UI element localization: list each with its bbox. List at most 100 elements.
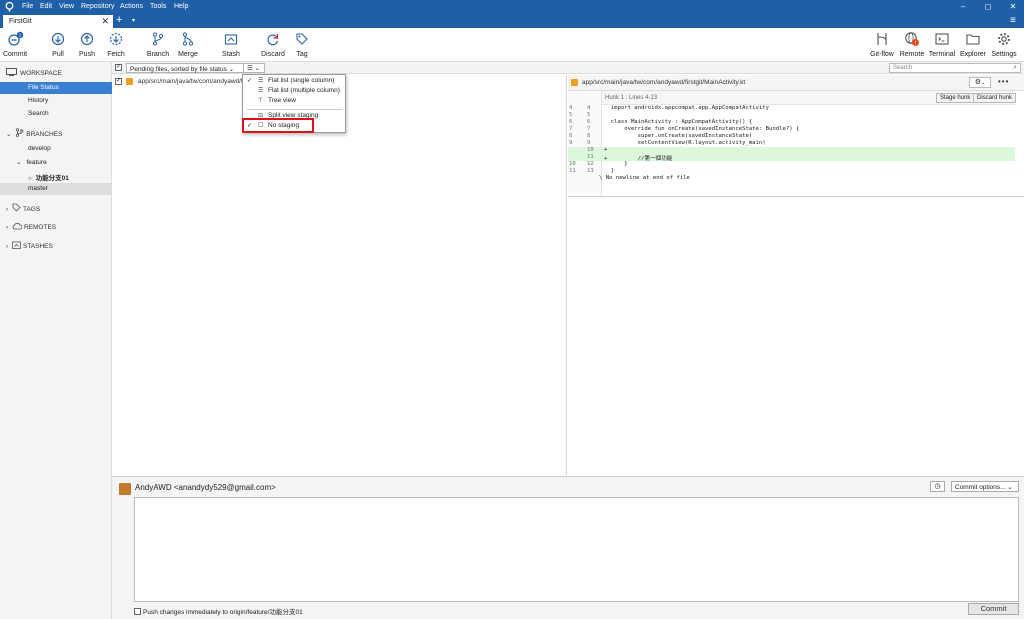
- tab-firstgit[interactable]: FirstGit ✕: [3, 15, 113, 28]
- new-line-number: 7: [587, 126, 591, 132]
- tab-dropdown-icon[interactable]: ▾: [132, 17, 135, 24]
- push-button[interactable]: Push: [76, 31, 98, 58]
- annotation-highlight-box: [242, 118, 314, 133]
- tags-header[interactable]: › TAGS: [6, 203, 40, 213]
- commit-message-input[interactable]: [134, 497, 1019, 602]
- menu-actions[interactable]: Actions: [120, 3, 143, 10]
- gitflow-button[interactable]: Git-flow: [868, 31, 896, 58]
- menu-view[interactable]: View: [59, 3, 74, 10]
- stashes-label: STASHES: [22, 243, 53, 250]
- menu-item-flat-single[interactable]: ✓ ☰ Flat list (single column): [243, 77, 345, 86]
- commit-options-dropdown[interactable]: Commit options... ⌄: [951, 481, 1019, 492]
- hamburger-menu-icon[interactable]: ≡: [1010, 15, 1016, 26]
- stage-hunk-button[interactable]: Stage hunk: [936, 93, 975, 103]
- branch-master[interactable]: master: [0, 183, 112, 195]
- gitflow-icon: [877, 33, 887, 45]
- flat-list-icon: ☰: [258, 88, 264, 94]
- sourcetree-window: File Edit View Repository Actions Tools …: [0, 0, 1024, 619]
- remotes-header[interactable]: › REMOTES: [6, 222, 56, 231]
- chevron-down-icon: ⌄: [981, 80, 986, 86]
- fetch-button[interactable]: Fetch: [104, 31, 128, 58]
- push-immediately-checkbox[interactable]: [134, 608, 141, 615]
- more-options-icon[interactable]: •••: [998, 77, 1009, 86]
- branch-develop[interactable]: develop: [0, 143, 112, 155]
- remote-icon: !: [905, 32, 919, 46]
- branch-button[interactable]: Branch: [146, 31, 170, 58]
- chevron-right-icon: ›: [6, 206, 9, 213]
- branch-folder-feature[interactable]: ⌄ feature: [0, 156, 112, 168]
- menu-file[interactable]: File: [22, 3, 33, 10]
- merge-label: Merge: [178, 51, 198, 58]
- old-line-number: 7: [569, 126, 573, 132]
- discard-hunk-button[interactable]: Discard hunk: [973, 93, 1017, 103]
- stash-button[interactable]: Stash: [219, 31, 243, 58]
- pull-icon: [51, 32, 65, 46]
- feature-branch-label: 功能分支01: [35, 175, 69, 182]
- tab-label: FirstGit: [9, 18, 32, 25]
- menu-help[interactable]: Help: [174, 3, 188, 10]
- minimize-button[interactable]: –: [956, 2, 970, 12]
- menu-edit[interactable]: Edit: [40, 3, 52, 10]
- sort-dropdown[interactable]: Pending files, sorted by file status ⌄: [126, 63, 253, 73]
- remote-badge: !: [915, 40, 916, 46]
- menu-item-flat-multiple[interactable]: ☰ Flat list (multiple column): [243, 87, 345, 96]
- old-line-number: 9: [569, 140, 573, 146]
- sidebar-item-file-status[interactable]: File Status: [0, 82, 112, 94]
- search-input[interactable]: Search ⌕: [889, 63, 1021, 73]
- tag-button[interactable]: Tag: [292, 31, 312, 58]
- branch-label: Branch: [146, 51, 170, 58]
- new-line-number: 10: [587, 147, 594, 153]
- merge-button[interactable]: Merge: [176, 31, 200, 58]
- settings-button[interactable]: Settings: [989, 31, 1019, 58]
- menu-item-tree-view[interactable]: ⊤ Tree view: [243, 97, 345, 106]
- commit-history-button[interactable]: ◷: [930, 481, 945, 492]
- branch-feature-01[interactable]: ○ 功能分支01: [0, 170, 112, 182]
- pull-button[interactable]: Pull: [47, 31, 69, 58]
- branches-header[interactable]: ⌄ BRANCHES: [6, 128, 62, 138]
- discard-button[interactable]: Discard: [260, 31, 286, 58]
- workspace-header[interactable]: WORKSPACE: [6, 68, 62, 77]
- new-line-number: 6: [587, 119, 591, 125]
- diff-line-text: +: [604, 147, 608, 153]
- maximize-button[interactable]: ◻: [981, 2, 995, 12]
- close-tab-icon[interactable]: ✕: [101, 16, 109, 27]
- menu-item-label: Flat list (multiple column): [268, 87, 340, 94]
- view-mode-dropdown[interactable]: ☰ ⌄: [243, 63, 265, 73]
- menu-repository[interactable]: Repository: [81, 3, 114, 10]
- push-label: Push: [79, 51, 95, 58]
- explorer-button[interactable]: Explorer: [958, 31, 988, 58]
- folder-icon: [966, 34, 980, 45]
- diff-line: 8 8 super.onCreate(savedInstanceState): [568, 133, 1015, 140]
- diff-options-button[interactable]: ⚙⌄: [969, 77, 991, 88]
- pull-label: Pull: [52, 51, 64, 58]
- sidebar-item-history[interactable]: History: [0, 95, 112, 107]
- close-window-button[interactable]: ✕: [1006, 2, 1020, 12]
- check-icon: ✓: [247, 78, 253, 84]
- chevron-right-icon: ›: [6, 224, 9, 231]
- diff-line-text: override fun onCreate(savedInstanceState…: [604, 126, 800, 132]
- hunk-label: Hunk 1 : Lines 4-13: [605, 95, 658, 101]
- tag-label: Tag: [296, 51, 308, 58]
- commit-submit-button[interactable]: Commit: [968, 603, 1019, 615]
- tree-view-icon: ⊤: [258, 98, 264, 104]
- diff-line-text: class MainActivity : AppCompatActivity()…: [604, 119, 753, 125]
- diff-line: 9 9 setContentView(R.layout.activity_main…: [568, 140, 1015, 147]
- diff-line-text: setContentView(R.layout.activity_main): [604, 140, 766, 146]
- select-all-checkbox[interactable]: ✓: [115, 64, 122, 71]
- stashes-header[interactable]: › STASHES: [6, 241, 53, 250]
- sidebar-item-search[interactable]: Search: [0, 108, 112, 120]
- remote-button[interactable]: ! Remote: [898, 31, 926, 58]
- terminal-button[interactable]: Terminal: [928, 31, 956, 58]
- commit-author: AndyAWD <anandydy529@gmail.com>: [135, 483, 276, 492]
- settings-label: Settings: [991, 51, 1017, 58]
- search-icon: ⌕: [1013, 64, 1017, 71]
- gear-icon: [998, 33, 1010, 45]
- menu-tools[interactable]: Tools: [150, 3, 166, 10]
- chevron-down-icon: ⌄: [16, 159, 22, 166]
- push-immediately-option[interactable]: Push changes immediately to origin/featu…: [134, 606, 303, 616]
- toolbar: 1 Commit Pull Push Fetch Branch Merge St…: [0, 28, 1024, 62]
- file-checkbox[interactable]: ✓: [115, 78, 122, 85]
- commit-button[interactable]: 1 Commit: [1, 31, 29, 58]
- terminal-label: Terminal: [928, 51, 956, 58]
- new-tab-icon[interactable]: +: [116, 14, 122, 26]
